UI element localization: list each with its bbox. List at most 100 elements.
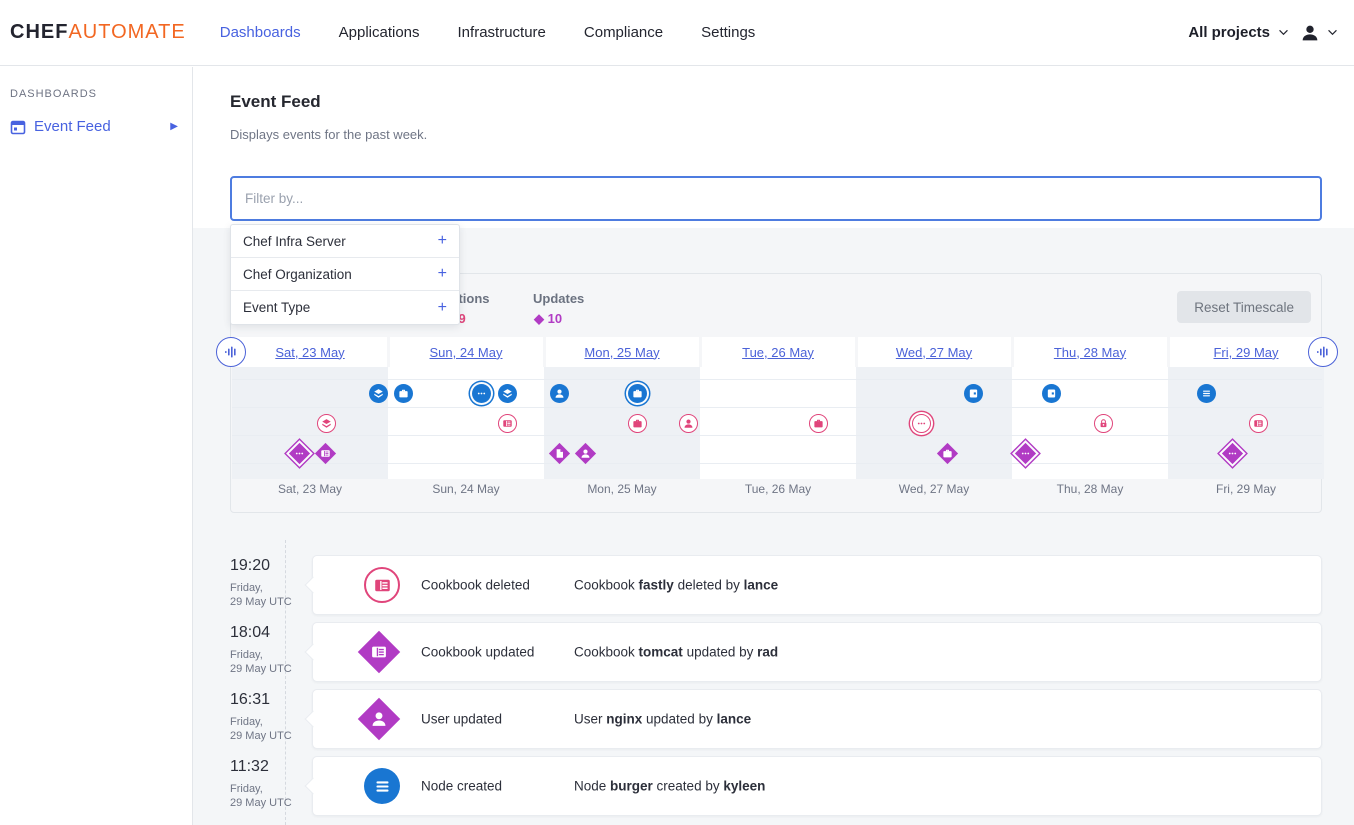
user-menu[interactable] bbox=[1299, 22, 1338, 44]
event-marker-create-ellipsis[interactable] bbox=[472, 384, 491, 403]
day-header-link[interactable]: Thu, 28 May bbox=[1054, 345, 1126, 360]
axis-day-label: Fri, 29 May bbox=[1168, 482, 1324, 496]
filter-category-label: Event Type bbox=[243, 300, 310, 315]
event-marker-create-layers[interactable] bbox=[498, 384, 517, 403]
waveform-icon bbox=[223, 344, 239, 360]
day-header-link[interactable]: Fri, 29 May bbox=[1213, 345, 1278, 360]
nav-item-dashboards[interactable]: Dashboards bbox=[220, 24, 301, 41]
gridline bbox=[232, 435, 1322, 436]
filter-input[interactable] bbox=[230, 176, 1322, 221]
timescale-handle-left[interactable] bbox=[216, 337, 246, 367]
sidebar-item-event-feed[interactable]: Event Feed ▶ bbox=[0, 114, 192, 139]
axis-day-label: Sun, 24 May bbox=[388, 482, 544, 496]
add-filter-icon[interactable]: + bbox=[438, 232, 447, 250]
feed-date: Friday,29 May UTC bbox=[230, 783, 308, 811]
ellipsis-icon bbox=[1020, 448, 1031, 459]
event-marker-create-user[interactable] bbox=[550, 384, 569, 403]
nav-item-infrastructure[interactable]: Infrastructure bbox=[458, 24, 546, 41]
waveform-icon bbox=[1315, 344, 1331, 360]
add-filter-icon[interactable]: + bbox=[438, 299, 447, 317]
day-header-link[interactable]: Sat, 23 May bbox=[275, 345, 344, 360]
legend-item-updates: Updates ◆ 10 bbox=[533, 291, 584, 327]
day-header-link[interactable]: Tue, 26 May bbox=[742, 345, 814, 360]
event-marker-delete-briefcase[interactable] bbox=[628, 414, 647, 433]
layers-icon bbox=[373, 388, 384, 399]
page-title: Event Feed bbox=[230, 92, 321, 112]
feed-event-type: Node created bbox=[421, 779, 502, 794]
briefcase-icon bbox=[632, 418, 643, 429]
event-marker-delete-user[interactable] bbox=[679, 414, 698, 433]
feed-event-description: Node burger created by kyleen bbox=[574, 779, 765, 794]
day-header-cell: Mon, 25 May bbox=[546, 337, 699, 367]
nav-item-settings[interactable]: Settings bbox=[701, 24, 755, 41]
feed-row: 11:32 Friday,29 May UTC Node created Node … bbox=[230, 756, 1322, 816]
add-filter-icon[interactable]: + bbox=[438, 265, 447, 283]
event-marker-create-briefcase[interactable] bbox=[394, 384, 413, 403]
feed-event-description: User nginx updated by lance bbox=[574, 712, 751, 727]
list-icon bbox=[364, 768, 400, 804]
layers-icon bbox=[502, 388, 513, 399]
top-navigation-bar: CHEFAUTOMATE Dashboards Applications Infra… bbox=[0, 0, 1354, 66]
ellipsis-icon bbox=[476, 388, 487, 399]
event-marker-delete-cookbook[interactable] bbox=[498, 414, 517, 433]
expand-arrow-icon[interactable]: ▶ bbox=[170, 121, 178, 132]
legend-label: Updates bbox=[533, 291, 584, 306]
lock-icon bbox=[1098, 418, 1109, 429]
nav-item-applications[interactable]: Applications bbox=[339, 24, 420, 41]
cookbook-icon bbox=[320, 448, 331, 459]
logo-chef: CHEF bbox=[10, 21, 68, 43]
page-subtitle: Displays events for the past week. bbox=[230, 127, 427, 142]
filter-category-label: Chef Infra Server bbox=[243, 234, 346, 249]
event-marker-delete-cookbook[interactable] bbox=[1249, 414, 1268, 433]
projects-filter-menu[interactable]: All projects bbox=[1188, 24, 1289, 41]
node-icon bbox=[1046, 388, 1057, 399]
day-header-link[interactable]: Sun, 24 May bbox=[430, 345, 503, 360]
day-header-link[interactable]: Wed, 27 May bbox=[896, 345, 972, 360]
filter-category-chef-infra-server[interactable]: Chef Infra Server + bbox=[231, 225, 459, 258]
page-icon bbox=[554, 448, 565, 459]
briefcase-icon bbox=[942, 448, 953, 459]
day-header-link[interactable]: Mon, 25 May bbox=[584, 345, 659, 360]
user-icon bbox=[580, 448, 591, 459]
day-header-cell: Wed, 27 May bbox=[858, 337, 1011, 367]
gridline bbox=[232, 379, 1322, 380]
event-marker-delete-ellipsis[interactable] bbox=[912, 414, 931, 433]
calendar-icon bbox=[10, 119, 26, 135]
sidebar-item-label: Event Feed bbox=[34, 118, 111, 135]
topbar-right-cluster: All projects bbox=[1188, 22, 1338, 44]
feed-row: 16:31 Friday,29 May UTCUser updatedUser … bbox=[230, 689, 1322, 749]
axis-day-label: Thu, 28 May bbox=[1012, 482, 1168, 496]
event-marker-create-node[interactable] bbox=[1042, 384, 1061, 403]
event-marker-delete-layers[interactable] bbox=[317, 414, 336, 433]
feed-timestamp: 11:32 Friday,29 May UTC bbox=[230, 758, 308, 811]
user-icon bbox=[683, 418, 694, 429]
reset-timescale-button[interactable]: Reset Timescale bbox=[1177, 291, 1311, 323]
event-marker-create-briefcase[interactable] bbox=[628, 384, 647, 403]
sidebar: DASHBOARDS Event Feed ▶ bbox=[0, 67, 193, 825]
event-marker-create-layers[interactable] bbox=[369, 384, 388, 403]
feed-event-type: Cookbook deleted bbox=[421, 578, 530, 593]
feed-time: 19:20 bbox=[230, 557, 308, 575]
chef-automate-logo[interactable]: CHEFAUTOMATE bbox=[10, 21, 186, 44]
cookbook-icon bbox=[1253, 418, 1264, 429]
feed-time: 18:04 bbox=[230, 624, 308, 642]
feed-event-type: User updated bbox=[421, 712, 502, 727]
axis-day-label: Sat, 23 May bbox=[232, 482, 388, 496]
legend-count: ◆ 10 bbox=[534, 311, 585, 327]
filter-category-event-type[interactable]: Event Type + bbox=[231, 291, 459, 324]
event-marker-delete-briefcase[interactable] bbox=[809, 414, 828, 433]
cookbook-icon bbox=[502, 418, 513, 429]
chevron-down-icon bbox=[1327, 29, 1338, 36]
event-marker-create-node[interactable] bbox=[964, 384, 983, 403]
timescale-handle-right[interactable] bbox=[1308, 337, 1338, 367]
nav-item-compliance[interactable]: Compliance bbox=[584, 24, 663, 41]
main-nav: Dashboards Applications Infrastructure Comp… bbox=[220, 24, 756, 41]
feed-event-description: Cookbook fastly deleted by lance bbox=[574, 578, 778, 593]
filter-category-chef-organization[interactable]: Chef Organization+ bbox=[231, 258, 459, 291]
feed-time: 16:31 bbox=[230, 691, 308, 709]
user-avatar-icon bbox=[1299, 22, 1321, 44]
feed-time: 11:32 bbox=[230, 758, 308, 776]
cookbook-icon bbox=[358, 631, 400, 673]
event-marker-create-list[interactable] bbox=[1197, 384, 1216, 403]
event-marker-delete-lock[interactable] bbox=[1094, 414, 1113, 433]
